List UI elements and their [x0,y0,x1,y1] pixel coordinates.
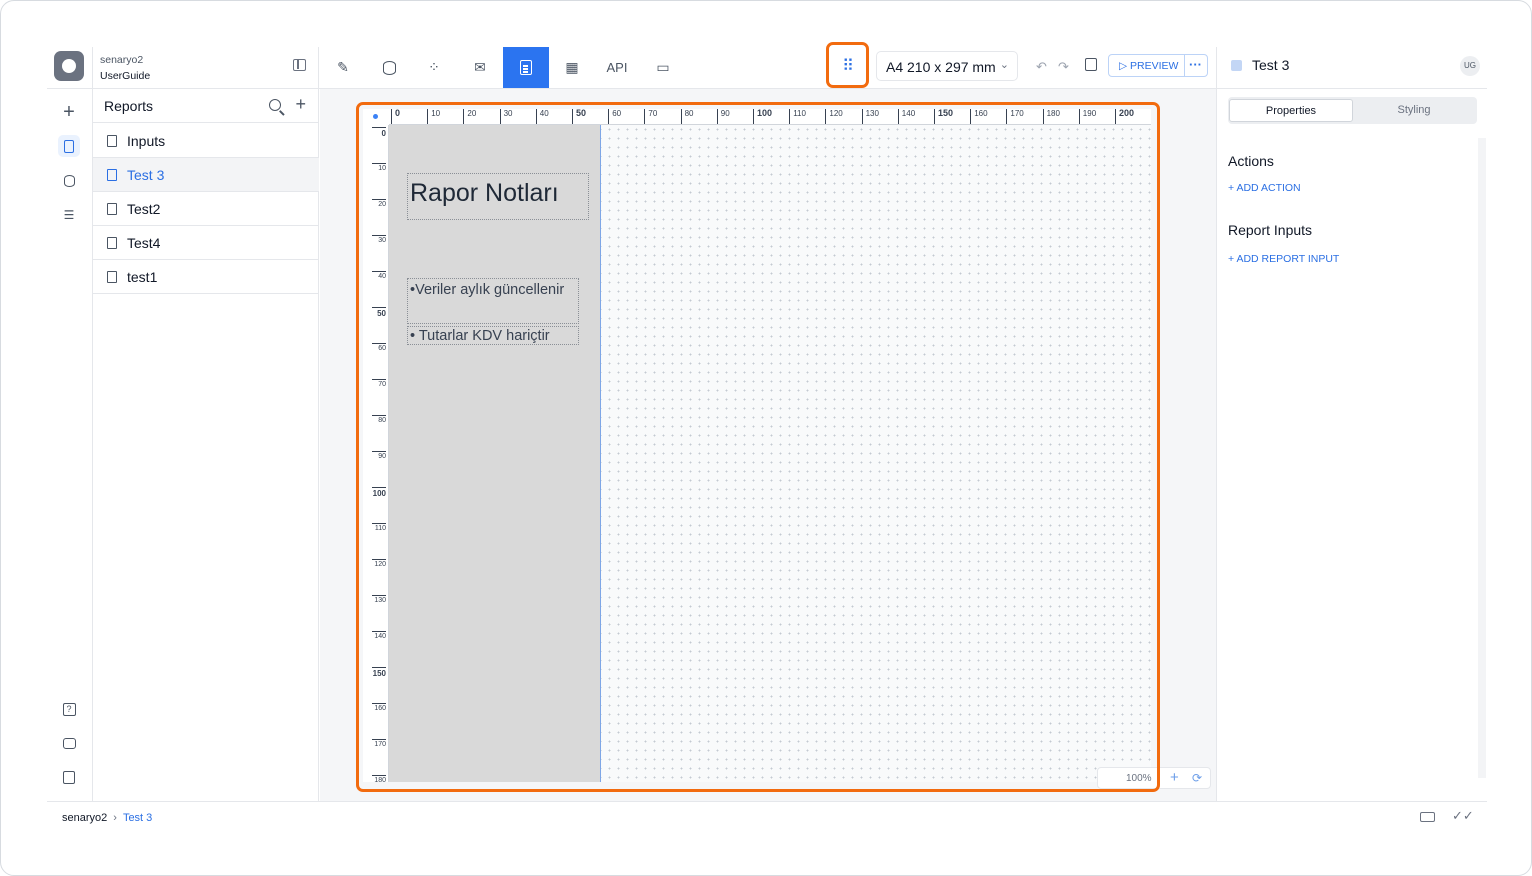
panel-scrollbar[interactable] [1478,138,1486,778]
paper-size-value: A4 210 x 297 mm [886,59,996,75]
workspace-info: senaryo2 UserGuide [100,52,150,84]
datasource-nav-button[interactable] [58,170,80,192]
avatar[interactable]: UG [1460,56,1480,76]
datasource-tool-button[interactable] [366,47,412,88]
report-item-test4[interactable]: Test4 [93,226,319,260]
report-item-label: Inputs [127,133,166,149]
pen-icon: ✎ [337,59,349,75]
keyboard-icon[interactable] [1420,812,1435,822]
panel-tabs: Properties Styling [1228,97,1477,124]
workspace-name: senaryo2 [100,54,144,66]
app-logo[interactable] [54,51,84,81]
report-item-label: Test4 [127,235,161,251]
file-icon [107,135,117,147]
undo-icon[interactable]: ↶ [1036,59,1047,75]
file-icon [107,237,117,249]
screen-settings-tool-button[interactable]: ▭ [640,47,686,88]
document-icon [64,139,74,153]
preview-divider [1184,55,1185,76]
report-color-icon [1231,60,1242,71]
api-tool-button[interactable]: API [594,47,640,88]
edit-tool-button[interactable]: ✎ [320,47,366,88]
add-report-icon[interactable]: + [295,94,306,115]
preview-button-group: ▷ PREVIEW ··· [1108,54,1208,77]
tab-properties[interactable]: Properties [1229,99,1353,122]
email-tool-button[interactable]: ✉ [457,47,503,88]
help-icon: ? [62,702,76,716]
reports-header: Reports + [93,89,319,123]
calendar-icon: ▦ [565,59,579,75]
chat-icon [62,737,76,749]
more-options-icon[interactable]: ··· [1189,57,1202,72]
docs-button[interactable] [58,766,80,788]
icon-rail: + ☰ ? [47,47,93,801]
collapse-sidebar-icon[interactable] [293,59,306,71]
save-icon[interactable] [1085,58,1097,71]
file-icon [107,203,117,215]
add-report-input-link[interactable]: + ADD REPORT INPUT [1228,253,1339,265]
file-icon [107,271,117,283]
list-icon: ☰ [63,208,75,222]
add-icon[interactable]: + [58,101,80,123]
file-icon [107,169,117,181]
preview-label: PREVIEW [1130,60,1179,72]
reports-nav-button[interactable] [58,135,80,157]
book-icon [63,770,75,784]
report-item-test1[interactable]: test1 [93,260,319,294]
list-nav-button[interactable]: ☰ [58,204,80,226]
report-item-label: test1 [127,269,158,285]
breadcrumb: senaryo2 › Test 3 [62,812,152,824]
document-icon [520,60,532,75]
reports-sidebar: senaryo2 UserGuide Reports + Inputs Test… [93,47,319,801]
report-inputs-title: Report Inputs [1228,222,1313,238]
database-icon [63,175,75,187]
double-check-icon[interactable]: ✓✓ [1452,808,1474,824]
chat-button[interactable] [58,732,80,754]
breadcrumb-root[interactable]: senaryo2 [62,812,107,824]
zoom-in-icon[interactable]: + [1170,769,1179,786]
project-name: UserGuide [100,70,151,82]
search-icon[interactable] [269,99,281,111]
tab-styling[interactable]: Styling [1353,99,1475,122]
chevron-down-icon: ⌄ [999,59,1009,71]
reports-title: Reports [104,98,154,114]
actions-title: Actions [1228,153,1274,169]
report-name: Test 3 [1252,57,1290,73]
redo-icon[interactable]: ↷ [1058,59,1069,75]
report-item-inputs[interactable]: Inputs [93,124,319,158]
report-item-label: Test 3 [127,167,165,183]
zoom-reset-icon[interactable]: ⟳ [1192,771,1202,785]
chevron-right-icon: › [113,812,117,824]
report-item-label: Test2 [127,201,161,217]
paper-size-select[interactable]: A4 210 x 297 mm ⌄ [876,51,1018,81]
status-bar: senaryo2 › Test 3 ✓✓ [47,801,1487,831]
app-window: + ☰ ? senaryo2 UserGuide Reports + Input… [0,0,1532,876]
schedule-tool-button[interactable]: ▦ [549,47,595,88]
components-tool-button[interactable]: ⁘ [411,47,457,88]
canvas-highlight [356,102,1160,792]
add-action-link[interactable]: + ADD ACTION [1228,182,1301,194]
grid-button-highlight [826,42,869,88]
report-item-test-3[interactable]: Test 3 [93,158,319,192]
monitor-settings-icon: ▭ [656,59,670,75]
report-design-tool-button[interactable] [503,47,549,88]
database-icon [382,60,396,75]
properties-panel: Test 3 UG Properties Styling Actions + A… [1216,47,1487,801]
preview-button[interactable]: ▷ PREVIEW [1119,60,1178,72]
help-button[interactable]: ? [58,698,80,720]
mail-icon: ✉ [474,59,486,75]
report-item-test2[interactable]: Test2 [93,192,319,226]
nodes-icon: ⁘ [428,59,440,75]
editor-toolbar: ✎ ⁘ ✉ ▦ API ▭ ⠿ A4 210 x 297 mm ⌄ ↶ ↷ ▷ … [320,47,1216,88]
breadcrumb-current: Test 3 [122,812,153,824]
